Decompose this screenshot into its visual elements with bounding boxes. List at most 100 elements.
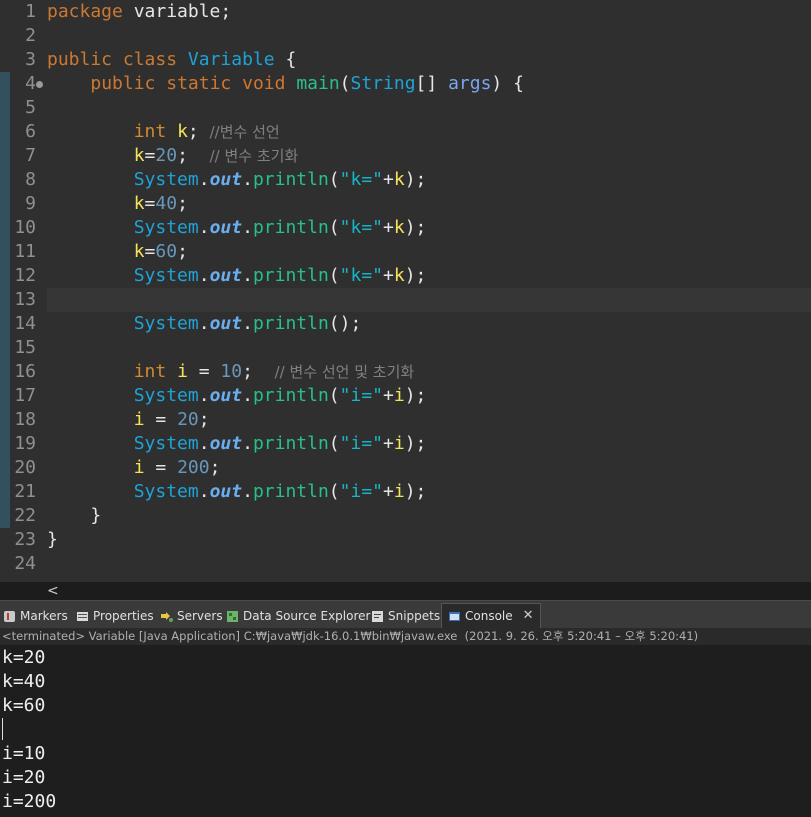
code-token: +: [383, 481, 394, 502]
code-token: }: [47, 529, 58, 550]
code-line[interactable]: 7 k=20; // 변수 초기화: [0, 144, 811, 168]
code-line[interactable]: 2: [0, 24, 811, 48]
code-line[interactable]: 23}: [0, 528, 811, 552]
horizontal-scrollbar[interactable]: <: [0, 582, 811, 600]
code-token: (: [328, 265, 340, 286]
code-token: +: [383, 433, 394, 454]
code-token: println: [252, 433, 329, 454]
code-token: System: [133, 169, 199, 190]
line-number: 16: [14, 361, 36, 382]
code-token: .: [242, 265, 253, 286]
code-token: "k=": [339, 217, 383, 238]
tab-label: Data Source Explorer: [243, 609, 371, 623]
console-line: k=20: [2, 647, 46, 668]
code-token: .: [198, 217, 210, 238]
code-token: k: [133, 241, 145, 262]
code-token: (: [328, 385, 340, 406]
code-token: ;: [177, 193, 188, 214]
code-line[interactable]: 24: [0, 552, 811, 576]
code-token: System: [133, 385, 199, 406]
code-line[interactable]: 1 package variable;: [0, 0, 811, 24]
code-token: "k=": [339, 169, 383, 190]
code-token: public: [90, 73, 156, 94]
code-text: i = 200;: [47, 456, 221, 480]
tab-properties[interactable]: Properties: [76, 604, 154, 628]
code-token: k: [177, 121, 188, 142]
code-line[interactable]: 5: [0, 96, 811, 120]
code-line[interactable]: 19 System.out.println("i="+i);: [0, 432, 811, 456]
code-token: println: [252, 385, 329, 406]
markers-icon: [4, 610, 15, 622]
code-line[interactable]: 16 int i = 10; // 변수 선언 및 초기화: [0, 360, 811, 384]
code-line[interactable]: 15: [0, 336, 811, 360]
console-icon: [449, 611, 460, 621]
code-token: i: [133, 457, 145, 478]
code-line[interactable]: 21 System.out.println("i="+i);: [0, 480, 811, 504]
code-line[interactable]: 18 i = 20;: [0, 408, 811, 432]
override-marker-icon[interactable]: [36, 81, 43, 88]
line-number: 3: [25, 49, 36, 70]
code-token: }: [47, 505, 102, 526]
code-line[interactable]: 22 }: [0, 504, 811, 528]
tab-snippets[interactable]: Snippets: [371, 604, 440, 628]
code-line[interactable]: 3 public class Variable {: [0, 48, 811, 72]
code-token: .: [242, 217, 253, 238]
close-icon[interactable]: ✕: [523, 604, 534, 628]
code-line[interactable]: 11 k=60;: [0, 240, 811, 264]
console-output[interactable]: k=20 k=40 k=60 i=10 i=20 i=200: [0, 645, 811, 817]
scroll-left-icon[interactable]: <: [47, 582, 59, 600]
tab-console[interactable]: Console ✕: [441, 603, 541, 628]
code-token: static: [166, 73, 232, 94]
code-token: (: [328, 217, 340, 238]
code-line[interactable]: 20 i = 200;: [0, 456, 811, 480]
code-line[interactable]: 9 k=40;: [0, 192, 811, 216]
code-line[interactable]: 17 System.out.println("i="+i);: [0, 384, 811, 408]
code-token: // 변수 선언 및 초기화: [274, 363, 415, 381]
code-token: 10: [220, 361, 243, 382]
code-line[interactable]: 12 System.out.println("k="+k);: [0, 264, 811, 288]
code-token: .: [198, 265, 210, 286]
code-token: out: [209, 385, 243, 406]
console-line: k=60: [2, 695, 46, 716]
code-line[interactable]: 14 System.out.println();: [0, 312, 811, 336]
tab-markers[interactable]: Markers: [3, 604, 68, 628]
code-line[interactable]: 8 System.out.println("k="+k);: [0, 168, 811, 192]
code-editor[interactable]: 1 package variable; 2 3 public class Variabl…: [0, 0, 811, 582]
code-token: println: [252, 217, 329, 238]
tab-label: Servers: [177, 609, 223, 623]
tab-servers[interactable]: Servers: [160, 604, 223, 628]
code-token: package: [47, 1, 123, 22]
code-token: =: [144, 457, 178, 478]
code-text: k=40;: [47, 192, 188, 216]
line-number: 17: [14, 385, 36, 406]
snippets-icon: [372, 610, 383, 622]
tab-label: Snippets: [388, 609, 441, 623]
code-token: println: [252, 313, 329, 334]
code-token: k: [133, 193, 145, 214]
code-token: "i=": [339, 481, 383, 502]
line-number: 1: [25, 1, 36, 22]
code-token: 40: [155, 193, 178, 214]
tab-data-source-explorer[interactable]: Data Source Explorer: [226, 604, 370, 628]
code-token: +: [383, 169, 394, 190]
code-token: System: [133, 433, 199, 454]
code-line[interactable]: 4 public static void main(String[] args)…: [0, 72, 811, 96]
line-number: 9: [25, 193, 36, 214]
code-line[interactable]: 10 System.out.println("k="+k);: [0, 216, 811, 240]
code-token: i: [393, 433, 405, 454]
code-text: System.out.println("k="+k);: [47, 216, 427, 240]
code-line[interactable]: 13: [0, 288, 811, 312]
code-token: ;: [177, 241, 188, 262]
code-line[interactable]: 6 int k; //변수 선언: [0, 120, 811, 144]
code-token: (: [339, 73, 351, 94]
code-token: "i=": [339, 433, 383, 454]
